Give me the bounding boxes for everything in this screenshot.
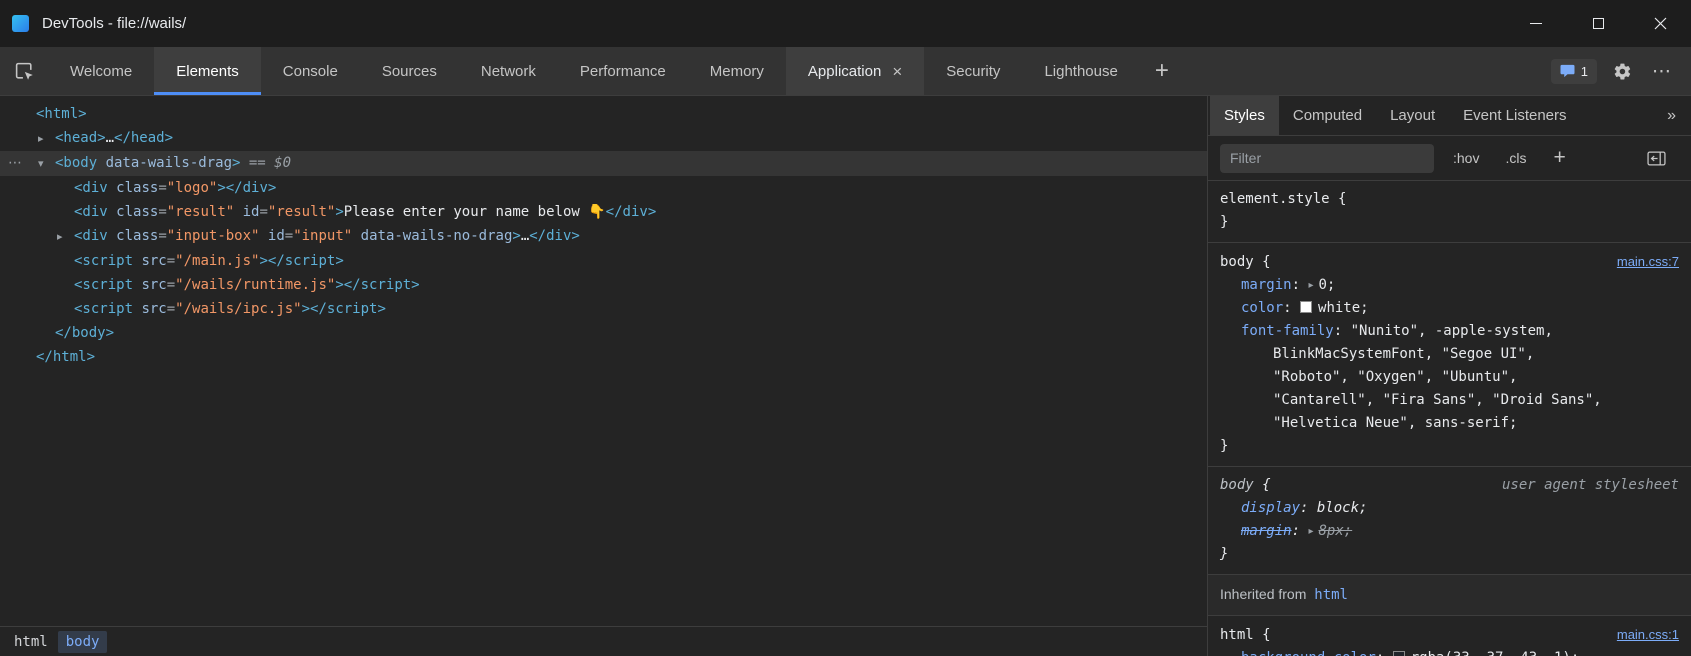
tree-node[interactable]: <div class="result" id="result">Please e… [0,200,1207,224]
tab-console[interactable]: Console [261,47,360,95]
css-declaration[interactable]: color: white; [1220,297,1679,320]
devtools-toolbar: WelcomeElementsConsoleSourcesNetworkPerf… [0,47,1691,96]
settings-button[interactable] [1607,56,1637,86]
tree-node[interactable]: ▸<head>…</head> [0,126,1207,151]
style-rule: element.style {} [1208,181,1691,243]
close-icon [1654,17,1667,30]
elements-panel: <html>▸<head>…</head>⋯▾<body data-wails-… [0,96,1208,656]
issues-count: 1 [1581,64,1588,79]
tab-application[interactable]: Application× [786,47,924,95]
tree-node[interactable]: <script src="/main.js"></script> [0,249,1207,273]
inherited-element-link[interactable]: html [1314,587,1348,603]
css-declaration[interactable]: "Helvetica Neue", sans-serif; [1220,412,1679,435]
minimize-icon [1530,23,1542,24]
sidebar-toggle-icon [1647,151,1666,166]
inherited-from-header: Inherited from html [1208,575,1691,616]
sidebar-tabs: StylesComputedLayoutEvent Listeners » [1208,96,1691,136]
styles-sidebar: StylesComputedLayoutEvent Listeners » :ho… [1208,96,1691,656]
plus-icon: + [1155,57,1169,85]
css-declaration[interactable]: "Cantarell", "Fira Sans", "Droid Sans", [1220,389,1679,412]
maximize-button[interactable] [1567,0,1629,47]
tab-security[interactable]: Security [924,47,1022,95]
tree-node[interactable]: </html> [0,345,1207,369]
tree-node[interactable]: ▸<div class="input-box" id="input" data-… [0,224,1207,249]
css-declaration[interactable]: display: block; [1220,497,1679,520]
style-rule: body {user agent stylesheetdisplay: bloc… [1208,467,1691,575]
breadcrumb-item-html[interactable]: html [6,631,56,653]
rule-close-brace: } [1220,211,1679,234]
expand-arrow-icon[interactable]: ▸ [57,225,74,249]
minimize-button[interactable] [1505,0,1567,47]
tab-sources[interactable]: Sources [360,47,459,95]
expand-triangle-icon[interactable]: ▸ [1308,274,1313,297]
more-tabs-button[interactable]: » [1652,96,1691,135]
tab-performance[interactable]: Performance [558,47,688,95]
tab-network[interactable]: Network [459,47,558,95]
styles-toolbar: :hov .cls + [1208,136,1691,181]
expand-triangle-icon[interactable]: ▸ [1308,520,1313,543]
close-button[interactable] [1629,0,1691,47]
more-options-button[interactable]: ⋯ [1647,56,1677,86]
computed-sidebar-toggle-button[interactable] [1641,143,1671,173]
color-swatch[interactable] [1300,301,1312,313]
tree-node[interactable]: <div class="logo"></div> [0,176,1207,200]
sidebar-tab-styles[interactable]: Styles [1210,96,1279,135]
css-declaration[interactable]: margin: ▸8px; [1220,520,1679,543]
expand-arrow-icon[interactable]: ▾ [38,152,55,176]
gear-icon [1613,62,1632,81]
tab-lighthouse[interactable]: Lighthouse [1022,47,1139,95]
css-declaration[interactable]: BlinkMacSystemFont, "Segoe UI", [1220,343,1679,366]
window-controls [1505,0,1691,47]
new-tab-button[interactable]: + [1140,47,1184,95]
css-declaration[interactable]: background-color: rgba(33, 37, 43, 1); [1220,647,1679,656]
devtools-window: DevTools - file://wails/ WelcomeElements… [0,0,1691,656]
tab-memory[interactable]: Memory [688,47,786,95]
element-class-button[interactable]: .cls [1498,146,1533,170]
filter-input[interactable] [1220,144,1434,173]
style-sections: element.style {}body {main.css:7margin: … [1208,181,1691,656]
css-declaration[interactable]: font-family: "Nunito", -apple-system, [1220,320,1679,343]
sidebar-tab-layout[interactable]: Layout [1376,96,1449,135]
tree-node[interactable]: <html> [0,102,1207,126]
inspect-element-button[interactable] [0,47,48,95]
maximize-icon [1593,18,1604,29]
devtools-icon [12,15,29,32]
close-tab-icon[interactable]: × [892,63,902,80]
breadcrumb-item-body[interactable]: body [58,631,108,653]
css-declaration[interactable]: "Roboto", "Oxygen", "Ubuntu", [1220,366,1679,389]
issues-counter[interactable]: 1 [1551,59,1597,84]
rule-close-brace: } [1220,435,1679,458]
tree-node[interactable]: ⋯▾<body data-wails-drag> == $0 [0,151,1207,176]
expand-arrow-icon[interactable]: ▸ [38,127,55,151]
tree-node[interactable]: <script src="/wails/runtime.js"></script… [0,273,1207,297]
node-menu-icon[interactable]: ⋯ [8,151,22,175]
titlebar: DevTools - file://wails/ [0,0,1691,47]
pseudo-state-button[interactable]: :hov [1446,146,1486,170]
chat-bubble-icon [1560,64,1575,78]
stylesheet-link[interactable]: main.css:7 [1617,250,1679,273]
more-options-icon: ⋯ [1652,60,1672,83]
css-declaration[interactable]: margin: ▸0; [1220,274,1679,297]
panel-tabs: WelcomeElementsConsoleSourcesNetworkPerf… [48,47,1140,95]
main-area: <html>▸<head>…</head>⋯▾<body data-wails-… [0,96,1691,656]
new-style-rule-button[interactable]: + [1545,146,1573,170]
stylesheet-link[interactable]: main.css:1 [1617,623,1679,646]
window-title: DevTools - file://wails/ [42,15,186,32]
inspect-icon [14,61,35,82]
toolbar-right: 1 ⋯ [1551,47,1691,95]
sidebar-tab-event-listeners[interactable]: Event Listeners [1449,96,1580,135]
breadcrumb: htmlbody [0,626,1207,656]
rule-close-brace: } [1220,543,1679,566]
style-rule: html {main.css:1background-color: rgba(3… [1208,616,1691,656]
style-rule: body {main.css:7margin: ▸0;color: white;… [1208,243,1691,467]
tab-elements[interactable]: Elements [154,47,261,95]
tree-node[interactable]: </body> [0,321,1207,345]
color-swatch[interactable] [1393,651,1405,656]
tab-welcome[interactable]: Welcome [48,47,154,95]
dom-tree: <html>▸<head>…</head>⋯▾<body data-wails-… [0,96,1207,626]
tree-node[interactable]: <script src="/wails/ipc.js"></script> [0,297,1207,321]
stylesheet-origin-note: user agent stylesheet [1502,474,1679,497]
sidebar-tab-computed[interactable]: Computed [1279,96,1376,135]
